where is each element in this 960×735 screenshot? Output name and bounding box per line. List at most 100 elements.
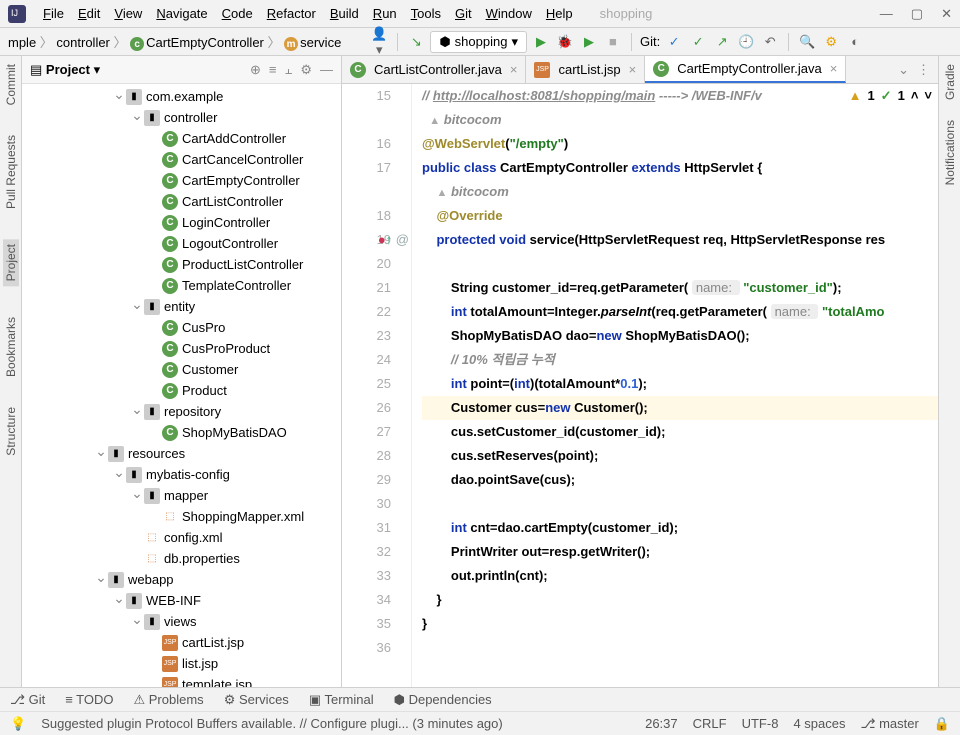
git-commit-icon[interactable]: ✓ (688, 34, 708, 50)
up-icon[interactable]: ˄ (911, 84, 919, 108)
tool-pull-requests[interactable]: Pull Requests (4, 135, 18, 209)
git-update-icon[interactable]: ✓ (664, 34, 684, 50)
tool-structure[interactable]: Structure (4, 407, 18, 456)
status-item[interactable]: ⎇ master (860, 716, 918, 732)
editor-tab[interactable]: CartListController.java× (342, 56, 526, 83)
tree-item[interactable]: Customer (22, 359, 341, 380)
git-rollback-icon[interactable]: ↶ (760, 34, 780, 50)
status-item[interactable]: 4 spaces (793, 716, 845, 732)
menu-window[interactable]: Window (479, 6, 539, 21)
run-icon[interactable]: ▶ (531, 34, 551, 50)
tree-item[interactable]: ▮views (22, 611, 341, 632)
user-icon[interactable]: 👤▾ (369, 26, 389, 58)
close-icon[interactable]: ✕ (941, 6, 952, 22)
menu-view[interactable]: View (107, 6, 149, 21)
menu-code[interactable]: Code (215, 6, 260, 21)
minimize-icon[interactable]: — (880, 6, 893, 22)
tool-notifications[interactable]: Notifications (943, 120, 957, 185)
hide-icon[interactable]: — (320, 62, 333, 78)
tree-item[interactable]: CusPro (22, 317, 341, 338)
tree-item[interactable]: CartAddController (22, 128, 341, 149)
tree-item[interactable]: ⬚db.properties (22, 548, 341, 569)
run-config[interactable]: ⬢ shopping ▾ (430, 31, 527, 53)
tab-dropdown-icon[interactable]: ⌄ (898, 62, 909, 78)
tree-item[interactable]: cartList.jsp (22, 632, 341, 653)
tree-item[interactable]: ▮mybatis-config (22, 464, 341, 485)
ide-settings-icon[interactable]: ⚙ (821, 34, 841, 50)
tree-item[interactable]: LoginController (22, 212, 341, 233)
down-icon[interactable]: ˅ (924, 84, 932, 108)
menu-edit[interactable]: Edit (71, 6, 107, 21)
hammer-icon[interactable]: ↘ (406, 34, 426, 50)
collapse-icon[interactable]: ⫠ (284, 62, 292, 78)
breadcrumb[interactable]: service (300, 35, 341, 50)
tree-item[interactable]: CartListController (22, 191, 341, 212)
tree-item[interactable]: CusProProduct (22, 338, 341, 359)
editor-tab[interactable]: cartList.jsp× (526, 56, 645, 83)
tool-problems[interactable]: ⚠ Problems (134, 692, 204, 708)
menu-refactor[interactable]: Refactor (260, 6, 323, 21)
git-history-icon[interactable]: 🕘 (736, 34, 756, 50)
maximize-icon[interactable]: ▢ (911, 6, 923, 22)
tree-item[interactable]: ▮controller (22, 107, 341, 128)
tree-item[interactable]: ProductListController (22, 254, 341, 275)
code-editor[interactable]: // http://localhost:8081/shopping/main -… (412, 84, 938, 687)
tree-item[interactable]: ▮WEB-INF (22, 590, 341, 611)
plugin-icon[interactable]: ◐ (845, 34, 865, 49)
tree-item[interactable]: TemplateController (22, 275, 341, 296)
tool-services[interactable]: ⚙ Services (224, 692, 289, 708)
menu-file[interactable]: File (36, 6, 71, 21)
stop-icon[interactable]: ■ (603, 34, 623, 49)
tab-more-icon[interactable]: ⋮ (917, 62, 930, 78)
project-tree[interactable]: ▮com.example▮controllerCartAddController… (22, 84, 341, 687)
status-item[interactable]: CRLF (693, 716, 727, 732)
debug-icon[interactable]: 🐞 (555, 34, 575, 50)
tool-gradle[interactable]: Gradle (943, 64, 957, 100)
menu-build[interactable]: Build (323, 6, 366, 21)
tree-item[interactable]: ▮resources (22, 443, 341, 464)
settings-icon[interactable]: ⚙ (300, 62, 312, 78)
tab-close-icon[interactable]: × (510, 62, 518, 77)
tree-item[interactable]: ⬚ShoppingMapper.xml (22, 506, 341, 527)
lock-icon[interactable]: 🔒 (934, 716, 950, 732)
menu-git[interactable]: Git (448, 6, 479, 21)
tool-todo[interactable]: ≡ TODO (65, 692, 113, 707)
menu-navigate[interactable]: Navigate (149, 6, 214, 21)
menu-help[interactable]: Help (539, 6, 580, 21)
project-label[interactable]: ▤ Project ▾ (30, 62, 100, 78)
tree-item[interactable]: CartEmptyController (22, 170, 341, 191)
breadcrumb[interactable]: mple (8, 35, 36, 50)
breadcrumb[interactable]: CartEmptyController (146, 35, 264, 50)
tree-item[interactable]: ShopMyBatisDAO (22, 422, 341, 443)
tool-dependencies[interactable]: ⬢ Dependencies (394, 692, 492, 708)
menu-tools[interactable]: Tools (404, 6, 448, 21)
status-bulb-icon[interactable]: 💡 (10, 716, 26, 732)
typo-icon[interactable]: ✓ (881, 84, 892, 108)
warning-icon[interactable]: ▲ (849, 84, 862, 108)
expand-icon[interactable]: ≡ (269, 62, 277, 78)
tree-item[interactable]: ▮mapper (22, 485, 341, 506)
tree-item[interactable]: template.jsp (22, 674, 341, 687)
search-icon[interactable]: 🔍 (797, 34, 817, 50)
tree-item[interactable]: ▮com.example (22, 86, 341, 107)
editor-tab[interactable]: CartEmptyController.java× (645, 56, 846, 83)
git-push-icon[interactable]: ↗ (712, 34, 732, 50)
menu-run[interactable]: Run (366, 6, 404, 21)
tool-project[interactable]: Project (3, 239, 19, 286)
select-opened-icon[interactable]: ⊕ (250, 62, 261, 78)
tool-commit[interactable]: Commit (4, 64, 18, 105)
tree-item[interactable]: ▮repository (22, 401, 341, 422)
tree-item[interactable]: list.jsp (22, 653, 341, 674)
tree-item[interactable]: ⬚config.xml (22, 527, 341, 548)
coverage-icon[interactable]: ▶ (579, 34, 599, 50)
tab-close-icon[interactable]: × (629, 62, 637, 77)
tree-item[interactable]: CartCancelController (22, 149, 341, 170)
tree-item[interactable]: ▮entity (22, 296, 341, 317)
tool-terminal[interactable]: ▣ Terminal (309, 692, 374, 708)
tool-git[interactable]: ⎇ Git (10, 692, 45, 708)
tree-item[interactable]: Product (22, 380, 341, 401)
tree-item[interactable]: ▮webapp (22, 569, 341, 590)
status-item[interactable]: 26:37 (645, 716, 678, 732)
breadcrumb[interactable]: controller (56, 35, 109, 50)
tool-bookmarks[interactable]: Bookmarks (4, 317, 18, 377)
